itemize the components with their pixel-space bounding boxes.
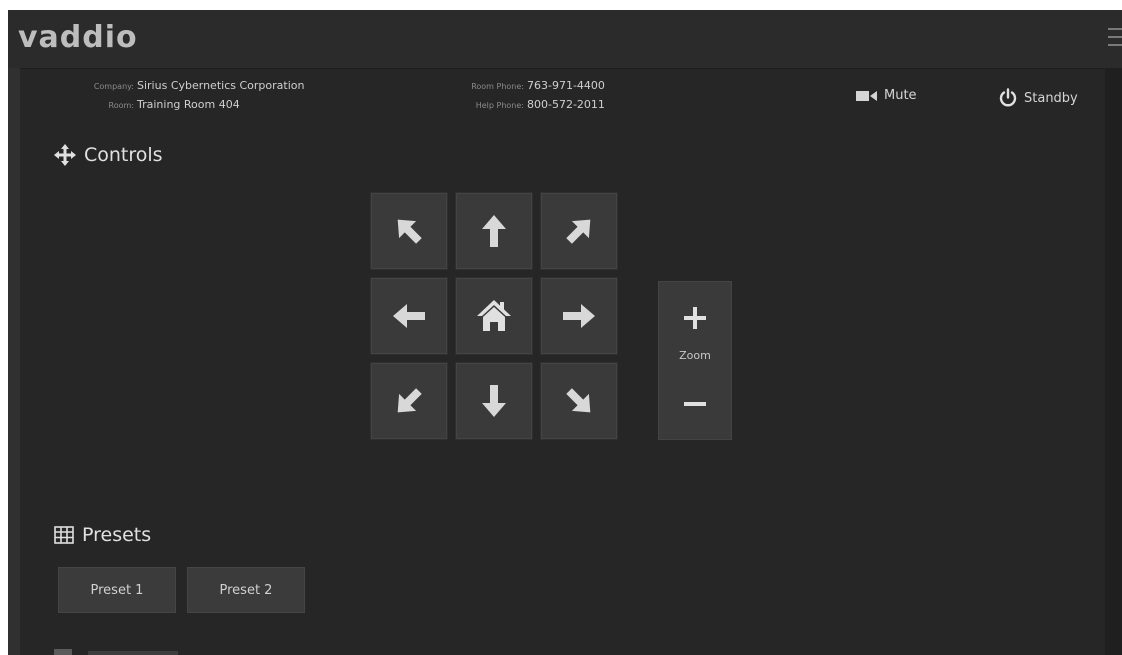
arrow-right-icon bbox=[563, 304, 595, 328]
help-phone-value: 800-572-2011 bbox=[527, 98, 605, 111]
minus-icon bbox=[684, 402, 706, 406]
pan-up-left-button[interactable] bbox=[370, 192, 448, 270]
room-info: Company: Sirius Cybernetics Corporation R… bbox=[76, 77, 305, 115]
power-icon bbox=[999, 88, 1017, 107]
mute-label: Mute bbox=[884, 88, 917, 103]
pan-right-button[interactable] bbox=[540, 277, 618, 355]
arrow-down-right-icon bbox=[566, 388, 591, 413]
presets-title: Presets bbox=[82, 524, 152, 546]
arrow-left-icon bbox=[393, 304, 425, 328]
zoom-control: Zoom bbox=[658, 281, 732, 440]
video-camera-icon bbox=[856, 90, 877, 101]
room-value: Training Room 404 bbox=[137, 98, 240, 111]
pan-down-right-button[interactable] bbox=[540, 362, 618, 440]
arrow-up-right-icon bbox=[566, 219, 591, 244]
move-arrows-icon bbox=[54, 144, 76, 166]
pan-down-left-button[interactable] bbox=[370, 362, 448, 440]
tilt-down-button[interactable] bbox=[455, 362, 533, 440]
arrow-up-icon bbox=[482, 215, 506, 247]
arrow-down-icon bbox=[482, 385, 506, 417]
arrow-up-left-icon bbox=[397, 219, 422, 244]
vaddio-logo: vaddio bbox=[18, 20, 138, 55]
home-icon bbox=[477, 300, 511, 331]
left-edge bbox=[8, 68, 20, 655]
next-section-title-partial bbox=[88, 651, 178, 655]
pan-up-right-button[interactable] bbox=[540, 192, 618, 270]
standby-label: Standby bbox=[1024, 90, 1078, 106]
pan-left-button[interactable] bbox=[370, 277, 448, 355]
room-label: Room: bbox=[108, 101, 134, 110]
home-button[interactable] bbox=[455, 277, 533, 355]
zoom-label: Zoom bbox=[679, 349, 711, 362]
menu-icon[interactable] bbox=[1108, 28, 1122, 50]
preset-2-button[interactable]: Preset 2 bbox=[187, 567, 305, 613]
mute-button[interactable]: Mute bbox=[856, 88, 917, 103]
app-window: vaddio Company: Sirius Cybernetics Corpor… bbox=[8, 10, 1122, 655]
room-phone-value: 763-971-4400 bbox=[527, 79, 605, 92]
preset-1-button[interactable]: Preset 1 bbox=[58, 567, 176, 613]
controls-heading: Controls bbox=[54, 144, 163, 166]
controls-title: Controls bbox=[84, 144, 163, 166]
standby-button[interactable]: Standby bbox=[998, 88, 1078, 108]
company-value: Sirius Cybernetics Corporation bbox=[137, 79, 305, 92]
plus-icon bbox=[684, 307, 706, 329]
company-label: Company: bbox=[93, 82, 134, 91]
room-phone-label: Room Phone: bbox=[471, 82, 524, 91]
presets-heading: Presets bbox=[54, 524, 151, 546]
phone-info: Room Phone: 763-971-4400 Help Phone: 800-5… bbox=[460, 77, 605, 115]
right-edge bbox=[1105, 68, 1122, 655]
ptz-pad bbox=[370, 192, 618, 440]
arrow-down-left-icon bbox=[397, 388, 422, 413]
zoom-out-button[interactable] bbox=[658, 379, 732, 429]
zoom-in-button[interactable] bbox=[658, 293, 732, 343]
grid-icon bbox=[54, 526, 74, 544]
help-phone-label: Help Phone: bbox=[475, 101, 524, 110]
next-section-icon bbox=[54, 649, 72, 655]
tilt-up-button[interactable] bbox=[455, 192, 533, 270]
header-bar: vaddio bbox=[8, 10, 1122, 69]
